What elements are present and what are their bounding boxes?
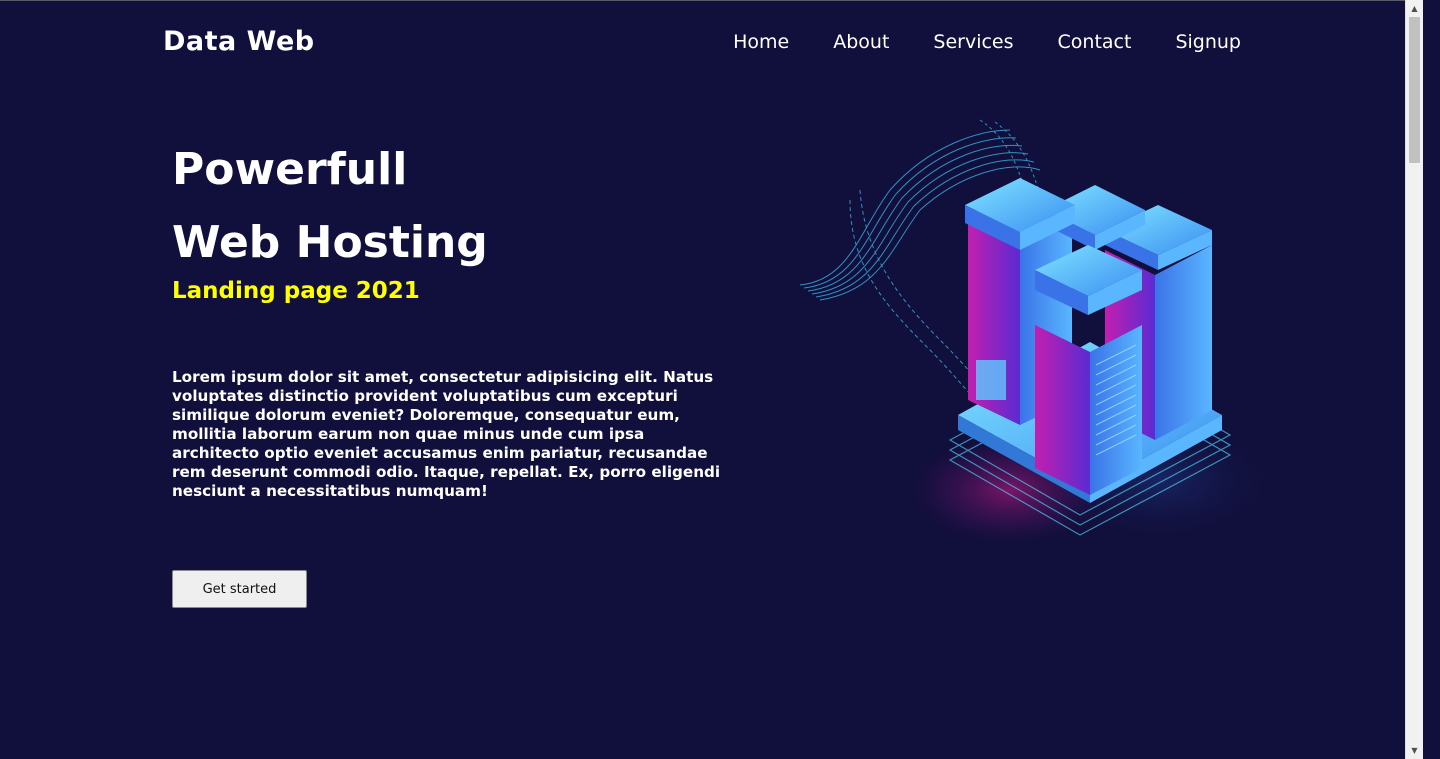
- hero-description: Lorem ipsum dolor sit amet, consectetur …: [172, 368, 721, 500]
- site-logo[interactable]: Data Web: [163, 26, 315, 57]
- hero-title-line-2: Web Hosting: [172, 217, 488, 268]
- hero-title-line-1: Powerfull: [172, 144, 408, 195]
- triangle-down-icon[interactable]: ▼: [1406, 742, 1423, 759]
- triangle-up-icon[interactable]: ▲: [1406, 0, 1423, 17]
- hero-title: Powerfull Web Hosting: [172, 133, 488, 279]
- nav-signup-link[interactable]: Signup: [1175, 31, 1241, 53]
- hero-subtitle: Landing page 2021: [172, 278, 420, 304]
- server-rack-front: [1035, 245, 1142, 495]
- window-top-border: [0, 0, 1423, 1]
- vertical-scrollbar[interactable]: ▲ ▼: [1405, 0, 1423, 759]
- get-started-button[interactable]: Get started: [172, 570, 307, 608]
- scrollbar-thumb[interactable]: [1409, 17, 1420, 163]
- server-illustration: [799, 119, 1290, 550]
- main-nav: Home About Services Contact Signup: [733, 31, 1241, 53]
- page: Data Web Home About Services Contact Sig…: [0, 0, 1423, 759]
- nav-services-link[interactable]: Services: [933, 31, 1013, 53]
- nav-contact-link[interactable]: Contact: [1058, 31, 1132, 53]
- nav-about-link[interactable]: About: [833, 31, 889, 53]
- nav-home-link[interactable]: Home: [733, 31, 789, 53]
